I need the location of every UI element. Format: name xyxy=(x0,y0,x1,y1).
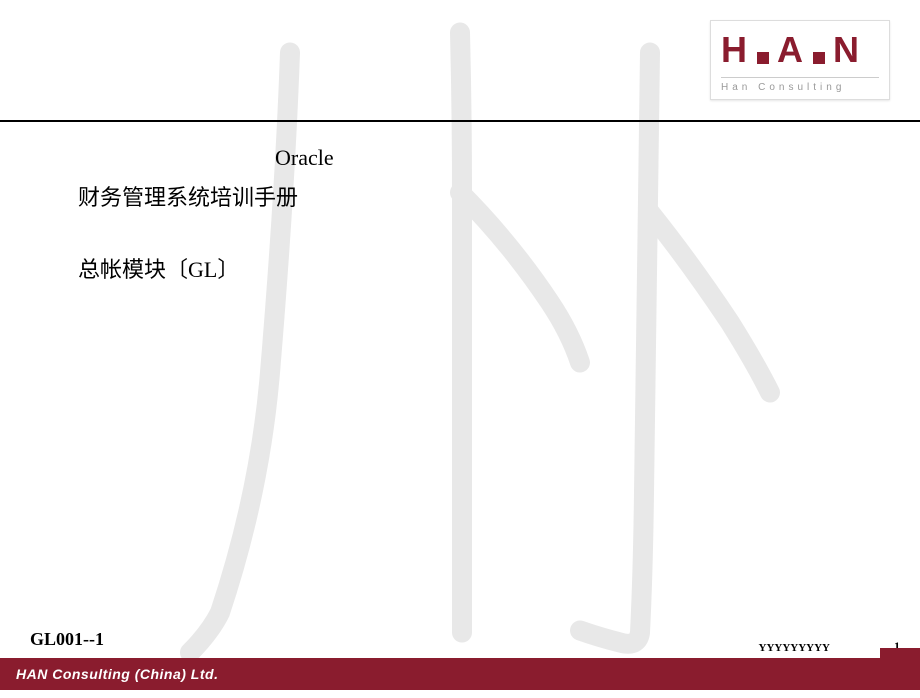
logo-subtitle: Han Consulting xyxy=(721,77,879,93)
title-main: 财务管理系统培训手册 xyxy=(78,180,298,212)
title-product: Oracle xyxy=(275,145,334,171)
company-logo: H A N Han Consulting xyxy=(710,20,890,100)
horizontal-divider xyxy=(0,120,920,122)
footer-company-name: HAN Consulting (China) Ltd. xyxy=(16,666,218,682)
title-module: 总帐模块〔GL〕 xyxy=(78,252,239,284)
footer-date-placeholder: YYYYYYYYY xyxy=(759,642,831,654)
logo-letters: H A N xyxy=(721,29,879,71)
footer-accent-bar xyxy=(880,648,920,658)
footer-bar: HAN Consulting (China) Ltd. xyxy=(0,658,920,690)
document-code: GL001--1 xyxy=(30,629,104,650)
